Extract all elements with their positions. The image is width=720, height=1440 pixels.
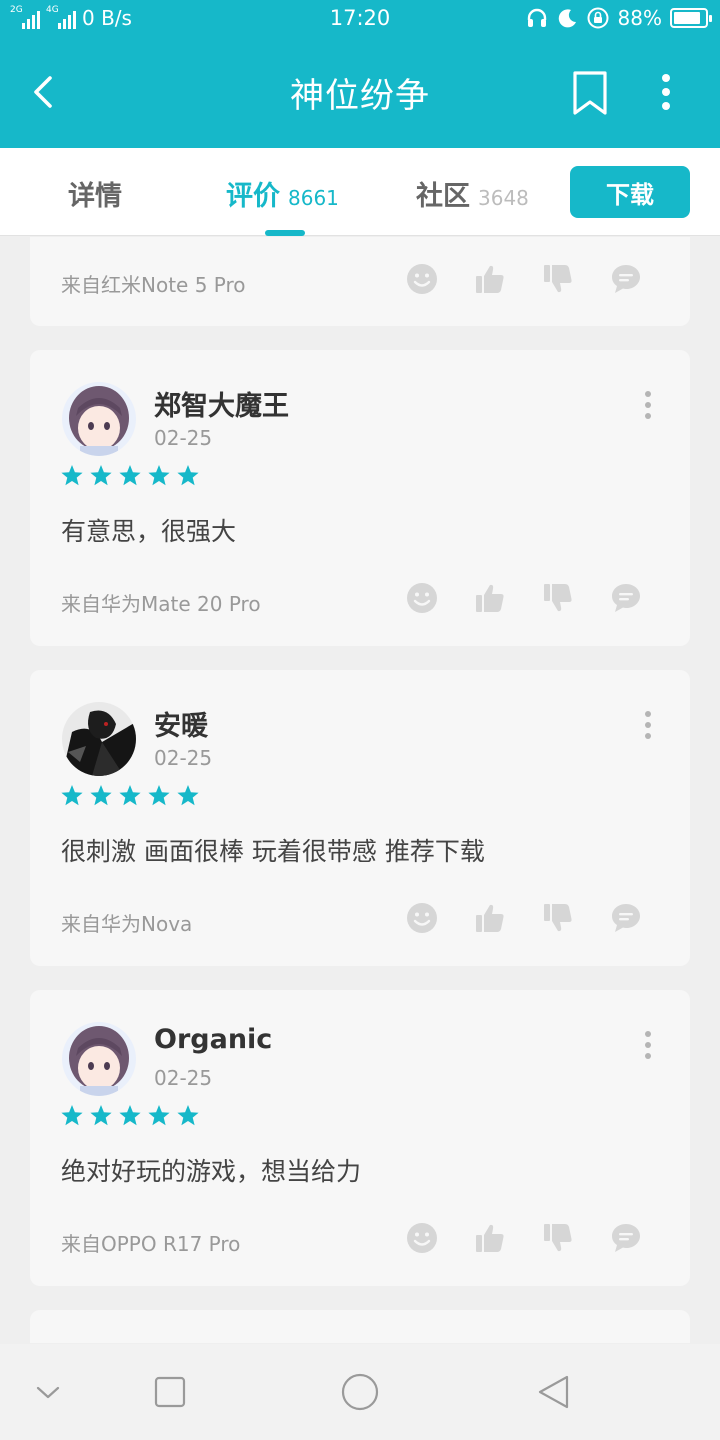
review-actions (406, 902, 642, 934)
review-actions (406, 1222, 642, 1254)
more-vertical-icon[interactable] (634, 1028, 662, 1062)
review-card: 郑智大魔王 02-25 有意思，很强大 来自华为Mate 20 Pro (30, 350, 690, 646)
tab-label: 评价 (226, 181, 280, 212)
battery-percent: 88% (617, 6, 662, 30)
review-device: 来自华为Nova (61, 912, 193, 936)
star-icon (61, 785, 83, 806)
star-icon (119, 465, 141, 486)
reviewer-name[interactable]: 安暖 (154, 704, 208, 743)
status-right: 88% (526, 6, 712, 30)
review-date: 02-25 (154, 426, 213, 450)
moon-icon (558, 9, 576, 28)
avatar[interactable] (62, 1022, 136, 1096)
star-rating (60, 464, 200, 488)
comment-icon[interactable] (610, 1222, 642, 1254)
review-card (30, 1310, 690, 1343)
star-icon (148, 465, 170, 486)
thumbs-down-icon[interactable] (542, 582, 574, 614)
review-text: 很刺激 画面很棒 玩着很带感 推荐下载 (61, 837, 485, 866)
star-icon (177, 465, 199, 486)
smile-icon[interactable] (406, 1222, 438, 1254)
star-icon (90, 1105, 112, 1126)
avatar[interactable] (62, 702, 136, 776)
more-vertical-icon[interactable] (634, 388, 662, 422)
tab-label: 社区 (416, 181, 470, 212)
active-tab-indicator (265, 230, 305, 236)
app-header: 2G 4G 0 B/s 17:20 88% 神位纷争 (0, 0, 720, 148)
back-triangle-icon[interactable] (534, 1372, 574, 1412)
star-icon (177, 1105, 199, 1126)
avatar[interactable] (62, 382, 136, 456)
thumbs-down-icon[interactable] (542, 1222, 574, 1254)
review-text: 绝对好玩的游戏，想当给力 (61, 1157, 362, 1186)
tab-count: 3648 (478, 186, 529, 210)
star-icon (90, 465, 112, 486)
star-icon (148, 1105, 170, 1126)
review-card: 安暖 02-25 很刺激 画面很棒 玩着很带感 推荐下载 来自华为Nova (30, 670, 690, 966)
thumbs-up-icon[interactable] (474, 902, 506, 934)
thumbs-up-icon[interactable] (474, 1222, 506, 1254)
tab-bar: 详情 评价 8661 社区 3648 下载 (0, 148, 720, 236)
review-list[interactable]: 来自红米Note 5 Pro 郑智大魔王 02-25 有意思，很强大 来自华为M… (0, 237, 720, 1343)
recents-square-icon[interactable] (150, 1372, 190, 1412)
review-device: 来自OPPO R17 Pro (61, 1232, 241, 1256)
chevron-down-icon[interactable] (28, 1372, 68, 1412)
star-rating (60, 784, 200, 808)
star-icon (119, 1105, 141, 1126)
review-date: 02-25 (154, 746, 213, 770)
star-rating (60, 1104, 200, 1128)
tab-community[interactable]: 社区 3648 (416, 174, 529, 213)
smile-icon[interactable] (406, 902, 438, 934)
tab-reviews[interactable]: 评价 8661 (226, 174, 339, 213)
more-vertical-icon[interactable] (646, 68, 686, 118)
review-device: 来自华为Mate 20 Pro (61, 592, 261, 616)
page-title: 神位纷争 (290, 76, 430, 116)
battery-icon (670, 8, 712, 28)
star-icon (61, 1105, 83, 1126)
star-icon (119, 785, 141, 806)
review-actions (406, 263, 642, 295)
thumbs-up-icon[interactable] (474, 582, 506, 614)
star-icon (148, 785, 170, 806)
thumbs-down-icon[interactable] (542, 263, 574, 295)
tab-label: 详情 (68, 181, 122, 212)
home-circle-icon[interactable] (340, 1372, 380, 1412)
thumbs-down-icon[interactable] (542, 902, 574, 934)
reviewer-name[interactable]: Organic (154, 1024, 272, 1055)
system-nav-bar (0, 1344, 720, 1440)
headphones-icon (527, 8, 546, 27)
review-date: 02-25 (154, 1066, 213, 1090)
star-icon (61, 465, 83, 486)
thumbs-up-icon[interactable] (474, 263, 506, 295)
rotation-lock-icon (587, 7, 609, 29)
comment-icon[interactable] (610, 582, 642, 614)
review-device: 来自红米Note 5 Pro (61, 273, 246, 297)
reviewer-name[interactable]: 郑智大魔王 (154, 384, 289, 423)
bookmark-icon[interactable] (568, 68, 612, 118)
smile-icon[interactable] (406, 582, 438, 614)
star-icon (90, 785, 112, 806)
title-bar: 神位纷争 (0, 38, 720, 148)
tab-count: 8661 (288, 186, 339, 210)
review-text: 有意思，很强大 (61, 517, 237, 546)
tab-details[interactable]: 详情 (68, 174, 122, 213)
more-vertical-icon[interactable] (634, 708, 662, 742)
smile-icon[interactable] (406, 263, 438, 295)
review-actions (406, 582, 642, 614)
comment-icon[interactable] (610, 263, 642, 295)
review-card: 来自红米Note 5 Pro (30, 237, 690, 326)
review-card: Organic 02-25 绝对好玩的游戏，想当给力 来自OPPO R17 Pr… (30, 990, 690, 1286)
status-bar: 2G 4G 0 B/s 17:20 88% (0, 0, 720, 38)
comment-icon[interactable] (610, 902, 642, 934)
download-button[interactable]: 下载 (570, 166, 690, 218)
star-icon (177, 785, 199, 806)
